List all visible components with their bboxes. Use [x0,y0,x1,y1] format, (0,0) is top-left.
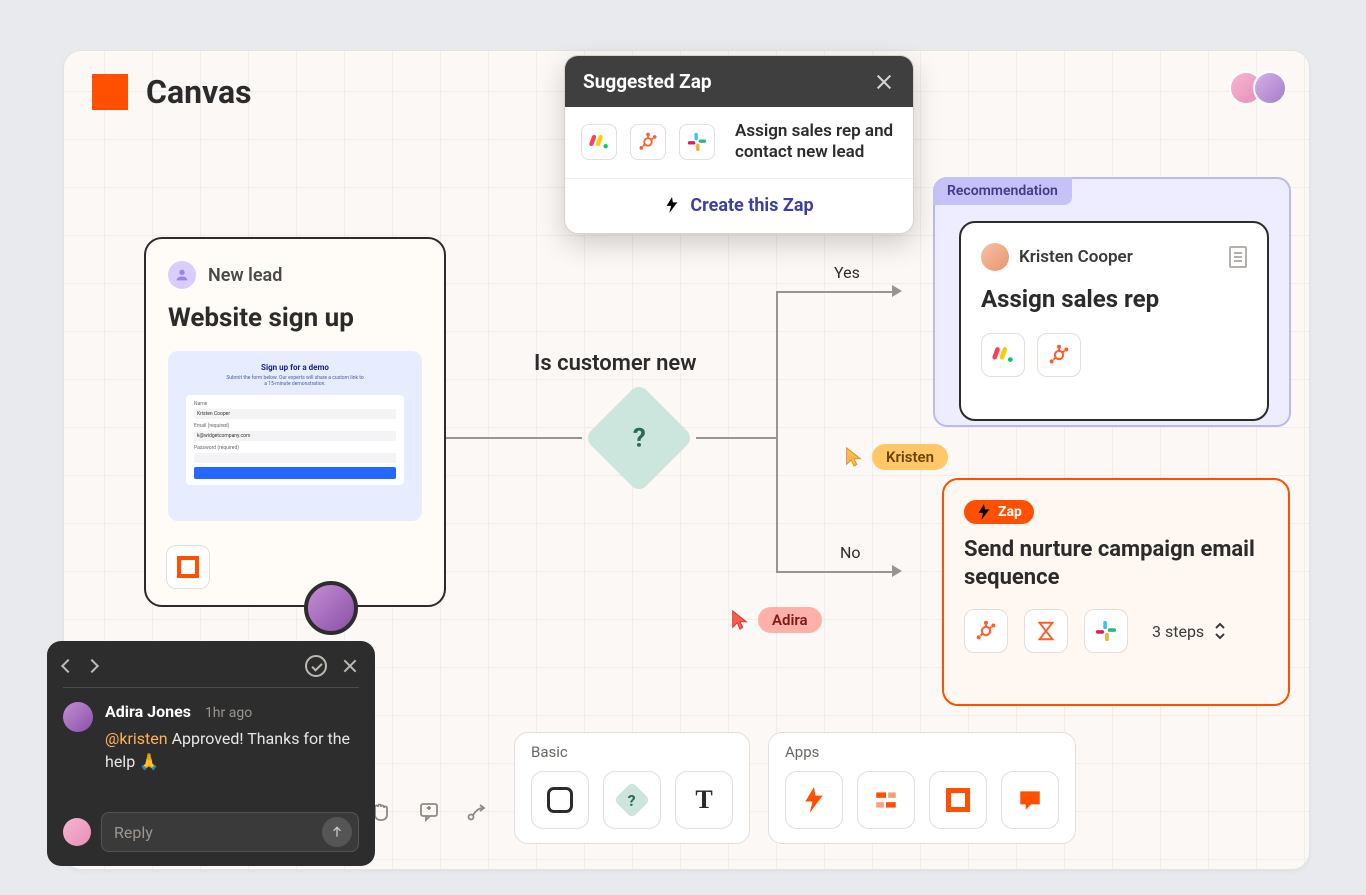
connector [776,571,892,573]
bottom-toolbar: Basic ? T Apps [364,732,1076,844]
suggested-zap-popover: Suggested Zap Assign sales rep and conta… [564,55,914,234]
group-label: Apps [785,743,1059,761]
comment-next-button[interactable] [85,659,99,673]
comment-body: @kristen Approved! Thanks for the help 🙏 [105,727,359,773]
close-button[interactable] [341,657,359,675]
toolbar-group-apps: Apps [768,732,1076,844]
reco-title: Assign sales rep [981,285,1247,313]
slack-icon [679,124,715,160]
decision-label: Is customer new [534,351,696,376]
steps-expand[interactable]: 3 steps [1152,622,1228,641]
app-interfaces-button[interactable] [929,771,987,829]
arrow-icon [892,285,902,297]
node-new-lead[interactable]: New lead Website sign up Sign up for a d… [144,237,446,607]
node-nurture-zap[interactable]: Zap Send nurture campaign email sequence… [942,478,1290,706]
recommendation-tag: Recommendation [933,177,1072,205]
toolbar-group-basic: Basic ? T [514,732,750,844]
app-logo-icon [92,74,128,110]
connector [776,291,778,573]
popover-title: Suggested Zap [583,70,712,93]
resolve-button[interactable] [305,655,327,677]
comment-author: Adira Jones [105,702,191,721]
person-icon [168,261,196,289]
close-icon[interactable] [873,71,895,93]
branch-no-label: No [840,543,861,562]
comment-prev-button[interactable] [61,659,75,673]
branch-yes-label: Yes [834,263,860,282]
delay-icon [1024,609,1068,653]
zap-title: Send nurture campaign email sequence [964,536,1268,591]
form-preview: Sign up for a demo Submit the form below… [168,351,422,521]
arrow-icon [892,565,902,577]
group-label: Basic [531,743,733,761]
suggested-text: Assign sales rep and contact new lead [735,121,897,164]
create-zap-link[interactable]: Create this Zap [664,195,813,216]
titlebar: Canvas [92,73,252,111]
comment-author-avatar [63,702,93,732]
lead-title: Website sign up [168,303,422,333]
connector [696,437,776,439]
cursor-label: Kristen [872,444,948,470]
comment-time: 1hr ago [205,705,252,721]
owner-avatar [981,243,1009,271]
hubspot-icon [630,124,666,160]
recommendation-panel: Recommendation Kristen Cooper Assign sal… [933,177,1291,427]
shape-rect-button[interactable] [531,771,589,829]
app-chatbot-button[interactable] [1001,771,1059,829]
app-zap-button[interactable] [785,771,843,829]
commenter-big-avatar[interactable] [304,581,358,635]
connector [776,291,892,293]
monday-icon [981,333,1025,377]
app-title: Canvas [146,73,252,111]
send-button[interactable] [322,817,352,847]
presence-avatars[interactable] [1229,71,1287,105]
monday-icon [581,124,617,160]
text-tool-button[interactable]: T [675,771,733,829]
document-icon [1229,246,1247,268]
mention: @kristen [105,729,168,748]
avatar-user-2[interactable] [1253,71,1287,105]
connector [446,437,582,439]
lead-badge: New lead [208,265,282,286]
node-assign-sales-rep[interactable]: Kristen Cooper Assign sales rep [959,221,1269,421]
hubspot-icon [964,609,1008,653]
current-user-avatar [63,818,91,846]
app-tables-button[interactable] [857,771,915,829]
slack-icon [1084,609,1128,653]
add-path-button[interactable] [460,794,496,830]
owner-name: Kristen Cooper [1019,247,1133,267]
reply-input[interactable]: Reply [101,812,359,852]
add-comment-button[interactable] [412,794,448,830]
decision-node[interactable]: ? [584,383,694,493]
cursor-kristen: Kristen [844,444,948,470]
cursor-adira: Adira [730,607,822,633]
cursor-label: Adira [758,607,822,633]
hubspot-icon [1037,333,1081,377]
interfaces-icon [166,545,210,589]
zap-pill: Zap [964,500,1034,524]
shape-decision-button[interactable]: ? [603,771,661,829]
comment-panel: Adira Jones 1hr ago @kristen Approved! T… [47,641,375,866]
